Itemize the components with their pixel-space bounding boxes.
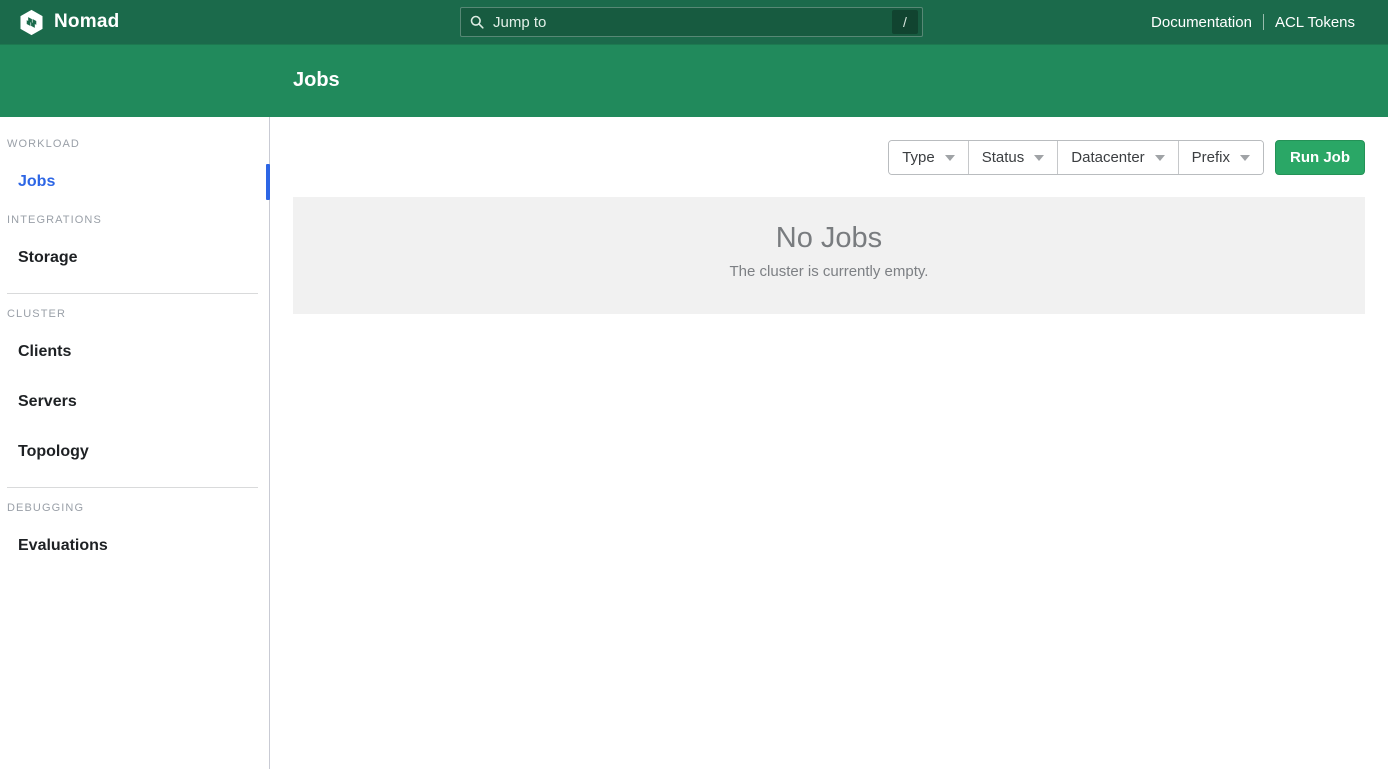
sidebar-item-storage[interactable]: Storage	[0, 240, 269, 276]
filter-status-dropdown[interactable]: Status	[968, 141, 1058, 174]
sidebar-section-workload-label: WORKLOAD	[7, 138, 262, 150]
sidebar-divider	[7, 487, 258, 488]
sidebar-section-debugging-label: DEBUGGING	[7, 502, 262, 514]
filter-prefix-label: Prefix	[1192, 149, 1230, 166]
sidebar-divider	[7, 293, 258, 294]
empty-state: No Jobs The cluster is currently empty.	[293, 197, 1365, 314]
documentation-link[interactable]: Documentation	[1151, 14, 1252, 31]
page-header: Jobs	[0, 44, 1388, 117]
brand-name: Nomad	[54, 11, 119, 33]
search-icon	[470, 15, 484, 29]
nav-links-divider	[1263, 14, 1264, 30]
slash-shortcut-key: /	[892, 10, 918, 34]
filter-datacenter-label: Datacenter	[1071, 149, 1144, 166]
chevron-down-icon	[1240, 155, 1250, 161]
filter-datacenter-dropdown[interactable]: Datacenter	[1057, 141, 1177, 174]
empty-state-title: No Jobs	[293, 222, 1365, 255]
nomad-brand[interactable]: Nomad	[18, 9, 119, 36]
sidebar-item-servers[interactable]: Servers	[0, 384, 269, 420]
page-title: Jobs	[293, 69, 340, 92]
navbar-links: Documentation ACL Tokens	[1151, 14, 1355, 31]
sidebar-item-jobs[interactable]: Jobs	[0, 164, 269, 200]
run-job-button[interactable]: Run Job	[1275, 140, 1365, 175]
top-navbar: Nomad / Documentation ACL Tokens	[0, 0, 1388, 44]
sidebar-section-debugging: DEBUGGING Evaluations	[0, 502, 269, 564]
filter-group: Type Status Datacenter Prefix	[888, 140, 1264, 175]
empty-state-message: The cluster is currently empty.	[293, 263, 1365, 280]
sidebar-section-integrations: INTEGRATIONS Storage	[0, 214, 269, 276]
filter-type-label: Type	[902, 149, 935, 166]
sidebar-section-workload: WORKLOAD Jobs	[0, 138, 269, 200]
sidebar: WORKLOAD Jobs INTEGRATIONS Storage CLUST…	[0, 117, 270, 769]
filter-prefix-dropdown[interactable]: Prefix	[1178, 141, 1263, 174]
nomad-logo-icon	[18, 9, 45, 36]
sidebar-section-cluster: CLUSTER Clients Servers Topology	[0, 308, 269, 470]
filter-status-label: Status	[982, 149, 1025, 166]
main-content: Type Status Datacenter Prefix Run Job	[270, 117, 1388, 769]
jump-to-search[interactable]: /	[460, 7, 923, 37]
jobs-toolbar: Type Status Datacenter Prefix Run Job	[293, 140, 1365, 175]
chevron-down-icon	[945, 155, 955, 161]
sidebar-section-integrations-label: INTEGRATIONS	[7, 214, 262, 226]
sidebar-item-evaluations[interactable]: Evaluations	[0, 528, 269, 564]
search-input[interactable]	[491, 13, 892, 32]
chevron-down-icon	[1155, 155, 1165, 161]
acl-tokens-link[interactable]: ACL Tokens	[1275, 14, 1355, 31]
sidebar-item-clients[interactable]: Clients	[0, 334, 269, 370]
sidebar-item-topology[interactable]: Topology	[0, 434, 269, 470]
sidebar-section-cluster-label: CLUSTER	[7, 308, 262, 320]
filter-type-dropdown[interactable]: Type	[889, 141, 968, 174]
chevron-down-icon	[1034, 155, 1044, 161]
